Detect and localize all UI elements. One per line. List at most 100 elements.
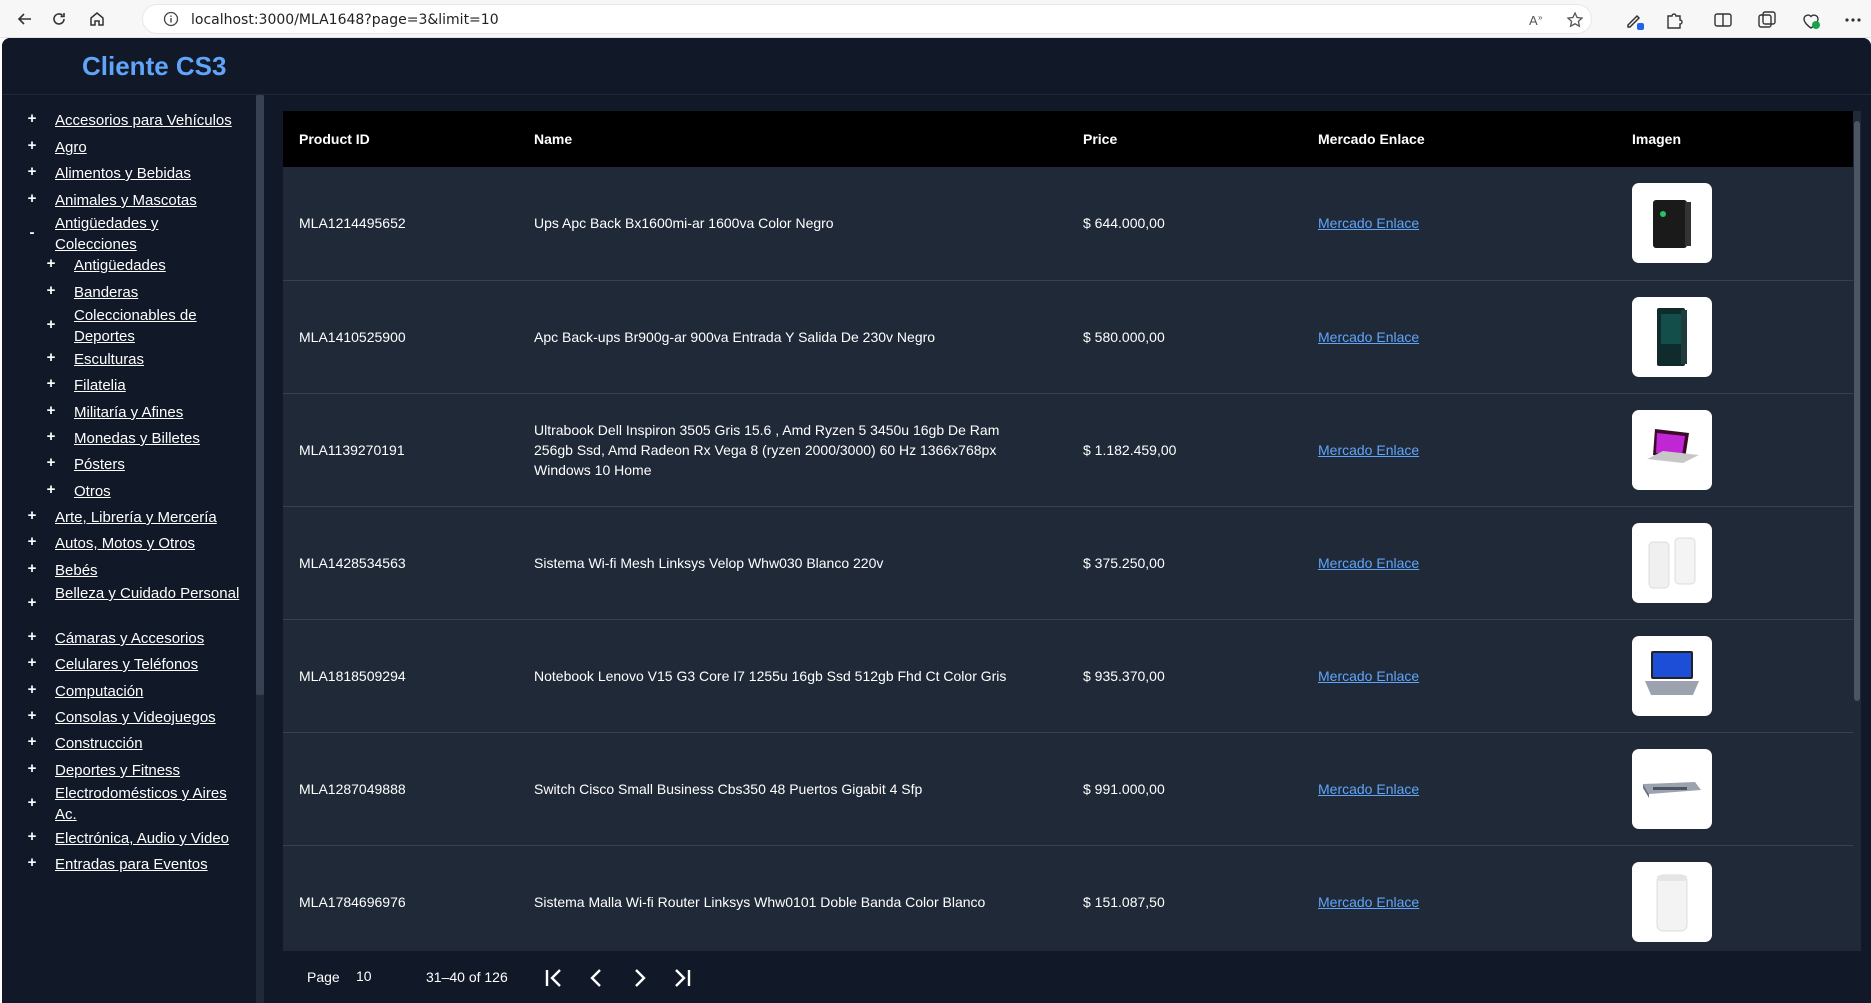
- sidebar-category-item[interactable]: - Antigüedades y Colecciones: [2, 213, 255, 255]
- favorite-star-icon[interactable]: [1566, 11, 1586, 31]
- sidebar-category-link[interactable]: Bebés: [55, 560, 241, 581]
- back-icon[interactable]: [12, 6, 38, 32]
- sidebar-category-link[interactable]: Deportes y Fitness: [55, 760, 241, 781]
- mercado-enlace-link[interactable]: Mercado Enlace: [1318, 668, 1419, 684]
- expand-toggle[interactable]: +: [26, 854, 38, 871]
- expand-toggle[interactable]: +: [45, 454, 57, 471]
- sidebar-category-item[interactable]: + Entradas para Eventos: [2, 854, 255, 875]
- expand-toggle[interactable]: +: [45, 255, 57, 272]
- sidebar-category-link[interactable]: Alimentos y Bebidas: [55, 163, 241, 184]
- extensions-puzzle-icon[interactable]: [1663, 9, 1685, 31]
- expand-toggle[interactable]: +: [26, 507, 38, 524]
- sidebar-category-item[interactable]: + Antigüedades: [2, 255, 255, 276]
- sidebar-category-item[interactable]: + Esculturas: [2, 349, 255, 370]
- mercado-enlace-link[interactable]: Mercado Enlace: [1318, 329, 1419, 345]
- sidebar-category-item[interactable]: + Deportes y Fitness: [2, 760, 255, 781]
- sidebar-category-link[interactable]: Consolas y Videojuegos: [55, 707, 241, 728]
- extension-pen-icon[interactable]: [1624, 9, 1646, 31]
- expand-toggle[interactable]: +: [26, 733, 38, 750]
- sidebar-category-item[interactable]: + Monedas y Billetes: [2, 428, 255, 449]
- sidebar-category-link[interactable]: Construcción: [55, 733, 241, 754]
- expand-toggle[interactable]: +: [26, 794, 38, 811]
- expand-toggle[interactable]: +: [26, 163, 38, 180]
- sidebar-category-item[interactable]: + Electrónica, Audio y Video: [2, 828, 255, 849]
- page-size-select[interactable]: 10: [356, 968, 396, 984]
- mercado-enlace-link[interactable]: Mercado Enlace: [1318, 781, 1419, 797]
- more-menu-icon[interactable]: [1842, 9, 1864, 31]
- sidebar-category-link[interactable]: Accesorios para Vehículos: [55, 110, 241, 131]
- sidebar-scrollbar-thumb[interactable]: [256, 95, 264, 695]
- browser-essentials-icon[interactable]: [1800, 9, 1822, 31]
- mercado-enlace-link[interactable]: Mercado Enlace: [1318, 555, 1419, 571]
- sidebar-category-item[interactable]: + Construcción: [2, 733, 255, 754]
- sidebar-category-item[interactable]: + Arte, Librería y Mercería: [2, 507, 255, 528]
- sidebar-category-link[interactable]: Filatelia: [74, 375, 241, 396]
- sidebar-category-item[interactable]: + Banderas: [2, 282, 255, 303]
- sidebar-category-link[interactable]: Banderas: [74, 282, 241, 303]
- sidebar-category-link[interactable]: Pósters: [74, 454, 241, 475]
- sidebar-category-item[interactable]: + Militaría y Afines: [2, 402, 255, 423]
- sidebar-category-item[interactable]: + Bebés: [2, 560, 255, 581]
- expand-toggle[interactable]: +: [26, 828, 38, 845]
- sidebar-category-item[interactable]: + Autos, Motos y Otros: [2, 533, 255, 554]
- expand-toggle[interactable]: +: [45, 481, 57, 498]
- sidebar-category-link[interactable]: Militaría y Afines: [74, 402, 241, 423]
- first-page-icon[interactable]: [541, 965, 567, 991]
- sidebar-category-item[interactable]: + Electrodomésticos y Aires Ac.: [2, 783, 255, 825]
- sidebar-category-item[interactable]: + Otros: [2, 481, 255, 502]
- expand-toggle[interactable]: +: [26, 110, 38, 127]
- sidebar-category-item[interactable]: + Celulares y Teléfonos: [2, 654, 255, 675]
- expand-toggle[interactable]: +: [26, 760, 38, 777]
- address-bar[interactable]: localhost:3000/MLA1648?page=3&limit=10 A…: [142, 4, 1592, 34]
- previous-page-icon[interactable]: [584, 965, 610, 991]
- expand-toggle[interactable]: +: [26, 560, 38, 577]
- sidebar-category-item[interactable]: + Consolas y Videojuegos: [2, 707, 255, 728]
- expand-toggle[interactable]: +: [45, 402, 57, 419]
- expand-toggle[interactable]: +: [45, 375, 57, 392]
- expand-toggle[interactable]: +: [45, 282, 57, 299]
- expand-toggle[interactable]: +: [26, 628, 38, 645]
- home-icon[interactable]: [84, 6, 110, 32]
- info-icon[interactable]: [163, 11, 179, 32]
- sidebar-category-link[interactable]: Electrónica, Audio y Video: [55, 828, 241, 849]
- sidebar-category-link[interactable]: Entradas para Eventos: [55, 854, 241, 875]
- sidebar-category-link[interactable]: Belleza y Cuidado Personal: [55, 583, 241, 604]
- sidebar-category-item[interactable]: + Alimentos y Bebidas: [2, 163, 255, 184]
- sidebar-category-item[interactable]: + Belleza y Cuidado Personal: [2, 583, 255, 625]
- sidebar-category-link[interactable]: Monedas y Billetes: [74, 428, 241, 449]
- expand-toggle[interactable]: +: [45, 316, 57, 333]
- sidebar-category-link[interactable]: Coleccionables de Deportes: [74, 305, 241, 347]
- sidebar-category-link[interactable]: Computación: [55, 681, 241, 702]
- sidebar-category-item[interactable]: + Agro: [2, 137, 255, 158]
- expand-toggle[interactable]: +: [45, 349, 57, 366]
- sidebar-category-link[interactable]: Animales y Mascotas: [55, 190, 241, 211]
- collapse-toggle[interactable]: -: [26, 224, 38, 241]
- sidebar-category-link[interactable]: Antigüedades: [74, 255, 241, 276]
- mercado-enlace-link[interactable]: Mercado Enlace: [1318, 894, 1419, 910]
- expand-toggle[interactable]: +: [26, 190, 38, 207]
- sidebar-category-item[interactable]: + Pósters: [2, 454, 255, 475]
- split-screen-icon[interactable]: [1712, 9, 1734, 31]
- collections-icon[interactable]: [1756, 9, 1778, 31]
- last-page-icon[interactable]: [669, 965, 695, 991]
- mercado-enlace-link[interactable]: Mercado Enlace: [1318, 215, 1419, 231]
- table-scrollbar-thumb[interactable]: [1854, 121, 1860, 701]
- url-text[interactable]: localhost:3000/MLA1648?page=3&limit=10: [191, 12, 499, 28]
- sidebar-category-link[interactable]: Arte, Librería y Mercería: [55, 507, 241, 528]
- expand-toggle[interactable]: +: [26, 137, 38, 154]
- expand-toggle[interactable]: +: [26, 707, 38, 724]
- sidebar-category-link[interactable]: Otros: [74, 481, 241, 502]
- next-page-icon[interactable]: [626, 965, 652, 991]
- expand-toggle[interactable]: +: [26, 594, 38, 611]
- sidebar-category-link[interactable]: Electrodomésticos y Aires Ac.: [55, 783, 241, 825]
- sidebar-scrollbar[interactable]: [256, 95, 264, 1003]
- sidebar-category-link[interactable]: Antigüedades y Colecciones: [55, 213, 241, 255]
- mercado-enlace-link[interactable]: Mercado Enlace: [1318, 442, 1419, 458]
- expand-toggle[interactable]: +: [26, 681, 38, 698]
- sidebar-category-link[interactable]: Cámaras y Accesorios: [55, 628, 241, 649]
- sidebar-category-link[interactable]: Celulares y Teléfonos: [55, 654, 241, 675]
- refresh-icon[interactable]: [46, 6, 72, 32]
- expand-toggle[interactable]: +: [45, 428, 57, 445]
- sidebar-category-item[interactable]: + Filatelia: [2, 375, 255, 396]
- expand-toggle[interactable]: +: [26, 533, 38, 550]
